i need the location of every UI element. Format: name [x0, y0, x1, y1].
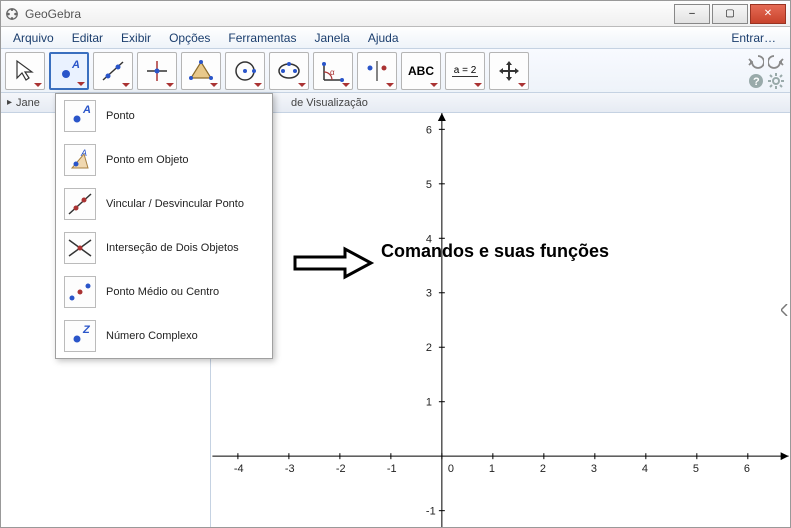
dropdown-label: Número Complexo	[106, 330, 198, 342]
gear-icon[interactable]	[768, 73, 784, 89]
svg-text:2: 2	[426, 342, 432, 354]
svg-text:1: 1	[426, 397, 432, 409]
help-icon[interactable]: ?	[748, 73, 764, 89]
tool-point[interactable]: A	[49, 52, 89, 90]
point-tool-dropdown: A Ponto A Ponto em Objeto Vincular / Des…	[55, 93, 273, 359]
graphics-view[interactable]: -4-3-2-10123456-1123456 Comandos e suas …	[211, 113, 790, 527]
svg-text:?: ?	[753, 76, 760, 88]
annotation-arrow-icon	[291, 243, 375, 283]
svg-text:2: 2	[540, 463, 546, 475]
undo-icon[interactable]	[748, 53, 764, 69]
graphics-panel: de Visualização -4-3-2-10123456-1123456 …	[211, 93, 790, 527]
svg-text:-3: -3	[285, 463, 295, 475]
algebra-panel-title: Jane	[16, 97, 40, 109]
minimize-button[interactable]: –	[674, 4, 710, 24]
svg-text:6: 6	[744, 463, 750, 475]
dropdown-label: Vincular / Desvincular Ponto	[106, 198, 244, 210]
dropdown-item-ponto[interactable]: A Ponto	[56, 94, 272, 138]
dropdown-item-ponto-em-objeto[interactable]: A Ponto em Objeto	[56, 138, 272, 182]
tool-circle[interactable]	[225, 52, 265, 90]
midpoint-icon	[64, 276, 96, 308]
line-icon	[100, 58, 126, 84]
svg-text:1: 1	[489, 463, 495, 475]
menu-exibir[interactable]: Exibir	[113, 29, 159, 47]
svg-text:5: 5	[426, 179, 432, 191]
toolbar: A α ABC a = 2	[1, 49, 790, 93]
app-icon	[5, 7, 19, 21]
dropdown-label: Ponto	[106, 110, 135, 122]
dropdown-item-intersecao[interactable]: Interseção de Dois Objetos	[56, 226, 272, 270]
svg-text:0: 0	[448, 463, 454, 475]
tool-move[interactable]	[5, 52, 45, 90]
cursor-icon	[12, 58, 38, 84]
text-icon: ABC	[408, 64, 434, 78]
tool-conic[interactable]	[269, 52, 309, 90]
menu-arquivo[interactable]: Arquivo	[5, 29, 62, 47]
point-icon: A	[56, 58, 82, 84]
complex-icon: Z	[64, 320, 96, 352]
ellipse-icon	[276, 58, 302, 84]
svg-text:A: A	[82, 104, 91, 116]
svg-text:A: A	[80, 148, 87, 158]
tool-line[interactable]	[93, 52, 133, 90]
svg-text:3: 3	[426, 288, 432, 300]
dropdown-item-vincular[interactable]: Vincular / Desvincular Ponto	[56, 182, 272, 226]
menubar: Arquivo Editar Exibir Opções Ferramentas…	[1, 27, 790, 49]
svg-text:-1: -1	[426, 506, 436, 518]
svg-text:-4: -4	[234, 463, 244, 475]
svg-text:-1: -1	[387, 463, 397, 475]
svg-text:Z: Z	[82, 324, 91, 336]
menu-opcoes[interactable]: Opções	[161, 29, 218, 47]
close-button[interactable]: ✕	[750, 4, 786, 24]
maximize-button[interactable]: ▢	[712, 4, 748, 24]
titlebar: GeoGebra – ▢ ✕	[1, 1, 790, 27]
graphics-panel-header[interactable]: de Visualização	[211, 93, 790, 113]
tool-slider[interactable]: a = 2	[445, 52, 485, 90]
dropdown-item-ponto-medio[interactable]: Ponto Médio ou Centro	[56, 270, 272, 314]
tool-text[interactable]: ABC	[401, 52, 441, 90]
svg-text:5: 5	[693, 463, 699, 475]
dropdown-label: Interseção de Dois Objetos	[106, 242, 239, 254]
menu-editar[interactable]: Editar	[64, 29, 111, 47]
tool-perpendicular[interactable]	[137, 52, 177, 90]
menu-ajuda[interactable]: Ajuda	[360, 29, 407, 47]
dropdown-label: Ponto em Objeto	[106, 154, 189, 166]
reflect-icon	[364, 58, 390, 84]
menu-ferramentas[interactable]: Ferramentas	[220, 29, 304, 47]
svg-text:α: α	[330, 68, 335, 77]
dropdown-item-complexo[interactable]: Z Número Complexo	[56, 314, 272, 358]
perpendicular-icon	[144, 58, 170, 84]
redo-icon[interactable]	[768, 53, 784, 69]
circle-icon	[232, 58, 258, 84]
svg-text:-2: -2	[336, 463, 346, 475]
dropdown-label: Ponto Médio ou Centro	[106, 286, 219, 298]
content-area: Jane de Visualização -4 -3 -2 -1 0 1 2 3 4 5 6 -1 1 2…	[1, 93, 790, 527]
graphics-panel-title: de Visualização	[291, 97, 368, 109]
login-link[interactable]: Entrar…	[731, 31, 786, 45]
svg-text:6: 6	[426, 124, 432, 136]
svg-text:4: 4	[642, 463, 648, 475]
point-icon: A	[64, 100, 96, 132]
svg-text:A: A	[71, 59, 80, 71]
slider-icon: a = 2	[452, 65, 479, 77]
attach-icon	[64, 188, 96, 220]
tool-reflect[interactable]	[357, 52, 397, 90]
svg-text:3: 3	[591, 463, 597, 475]
polygon-icon	[188, 58, 214, 84]
window-title: GeoGebra	[25, 7, 81, 21]
menu-janela[interactable]: Janela	[306, 29, 357, 47]
point-on-object-icon: A	[64, 144, 96, 176]
move-view-icon	[496, 58, 522, 84]
tool-move-view[interactable]	[489, 52, 529, 90]
angle-icon: α	[320, 58, 346, 84]
tool-polygon[interactable]	[181, 52, 221, 90]
tool-angle[interactable]: α	[313, 52, 353, 90]
window-controls: – ▢ ✕	[674, 4, 786, 24]
intersect-icon	[64, 232, 96, 264]
coordinate-axes: -4-3-2-10123456-1123456	[211, 113, 790, 527]
collapse-handle-right[interactable]	[780, 300, 790, 320]
annotation-text: Comandos e suas funções	[381, 241, 609, 262]
